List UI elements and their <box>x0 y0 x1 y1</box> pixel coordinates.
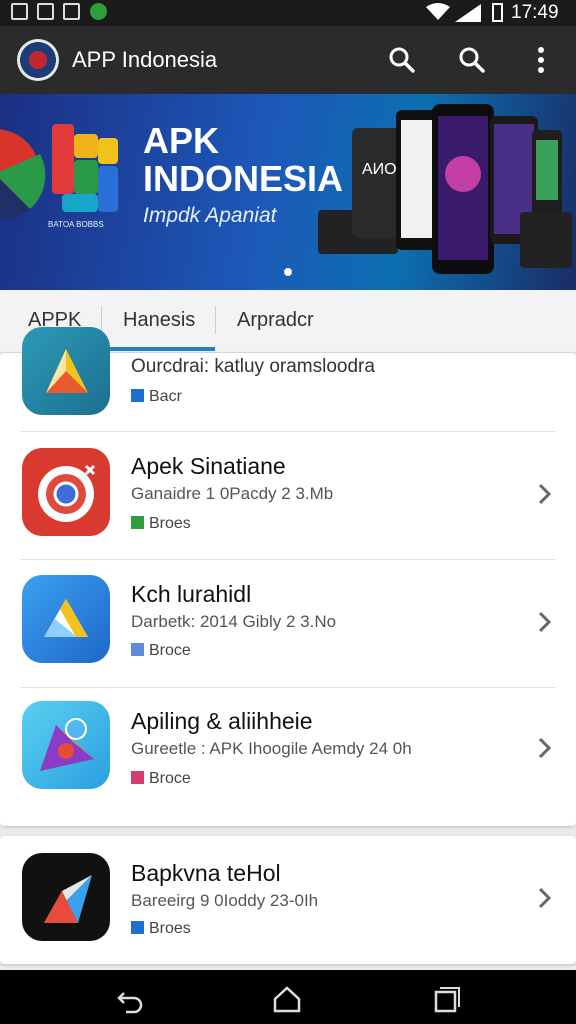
list-item[interactable]: Apek Sinatiane Ganaidre 1 0Pacdy 2 3.Mb … <box>0 432 576 560</box>
app-logo[interactable] <box>17 39 59 81</box>
list-item[interactable]: Kch lurahidl Darbetk: 2014 Gibly 2 3.No … <box>0 560 576 688</box>
back-icon[interactable] <box>114 983 146 1015</box>
app-bar: APP Indonesia <box>0 26 576 94</box>
tab-hanesis[interactable]: Hanesis <box>123 309 195 332</box>
status-bar: 17:49 <box>0 0 576 26</box>
check-icon <box>131 643 144 656</box>
navigation-bar <box>0 970 576 1024</box>
clock: 17:49 <box>511 2 559 23</box>
chevron-right-icon[interactable] <box>535 482 555 506</box>
app-list-card: Bapkvna teHol Bareeirg 9 0Ioddy 23-0Ih B… <box>0 836 576 964</box>
play-app-icon <box>22 853 110 941</box>
active-tab-indicator <box>108 347 215 351</box>
app-title: APP Indonesia <box>72 47 218 72</box>
triangle-app-icon <box>22 327 110 415</box>
app-name: Ourcdrai: katluy oramsloodra <box>131 356 375 377</box>
app-tag: Broes <box>131 920 191 938</box>
check-icon <box>131 771 144 784</box>
app-name: Apiling & aliihheie <box>131 708 313 734</box>
tab-divider <box>215 306 216 334</box>
devices-illustration: AИO <box>318 104 572 274</box>
tab-arpradcr[interactable]: Arpradcr <box>237 309 314 332</box>
app-name: Kch lurahidl <box>131 581 252 607</box>
home-icon[interactable] <box>271 983 303 1015</box>
app-tag: Bacr <box>131 388 182 406</box>
chrome-icon <box>22 448 110 536</box>
briefcase-icon <box>37 3 54 20</box>
list-item[interactable]: Apiling & aliihheie Gureetle : APK Ihoog… <box>0 688 576 826</box>
app-name: Apek Sinatiane <box>131 453 286 479</box>
chevron-right-icon[interactable] <box>535 736 555 760</box>
app-tag: Broce <box>131 770 191 788</box>
banner-caption: BATOA BOBBS <box>48 220 104 229</box>
search-icon[interactable] <box>452 40 492 80</box>
promo-banner[interactable]: BATOA BOBBS APK INDONESIA Impdk Apaniat … <box>0 94 576 290</box>
device-label: AИO <box>362 161 397 178</box>
drive-icon <box>22 575 110 663</box>
banner-subtitle: Impdk Apaniat <box>143 204 277 227</box>
banner-graphic <box>0 124 118 220</box>
check-icon <box>131 516 144 529</box>
wifi-icon <box>426 3 450 20</box>
signal-icon <box>455 4 481 22</box>
image-icon <box>11 3 28 20</box>
app-list-card: Ourcdrai: katluy oramsloodra Bacr Apek S… <box>0 327 576 826</box>
chevron-right-icon[interactable] <box>535 886 555 910</box>
recents-icon[interactable] <box>430 983 462 1015</box>
app-meta: Ganaidre 1 0Pacdy 2 3.Mb <box>131 484 334 503</box>
colorful-app-icon <box>22 701 110 789</box>
app-meta: Gureetle : APK Ihoogile Aemdy 24 0h <box>131 739 412 758</box>
search-icon[interactable] <box>382 40 422 80</box>
carousel-indicator <box>284 268 292 276</box>
list-item[interactable]: Bapkvna teHol Bareeirg 9 0Ioddy 23-0Ih B… <box>0 836 576 964</box>
more-vert-icon[interactable] <box>521 40 561 80</box>
picture-icon <box>63 3 80 20</box>
battery-icon <box>492 3 503 22</box>
chevron-right-icon[interactable] <box>535 610 555 634</box>
app-name: Bapkvna teHol <box>131 860 281 886</box>
app-meta: Darbetk: 2014 Gibly 2 3.No <box>131 612 337 631</box>
app-tag: Broes <box>131 515 191 533</box>
app-meta: Bareeirg 9 0Ioddy 23-0Ih <box>131 891 319 910</box>
check-icon <box>131 389 144 402</box>
sync-icon <box>90 3 107 20</box>
check-icon <box>131 921 144 934</box>
list-item[interactable]: Ourcdrai: katluy oramsloodra Bacr <box>0 327 576 432</box>
app-tag: Broce <box>131 642 191 660</box>
